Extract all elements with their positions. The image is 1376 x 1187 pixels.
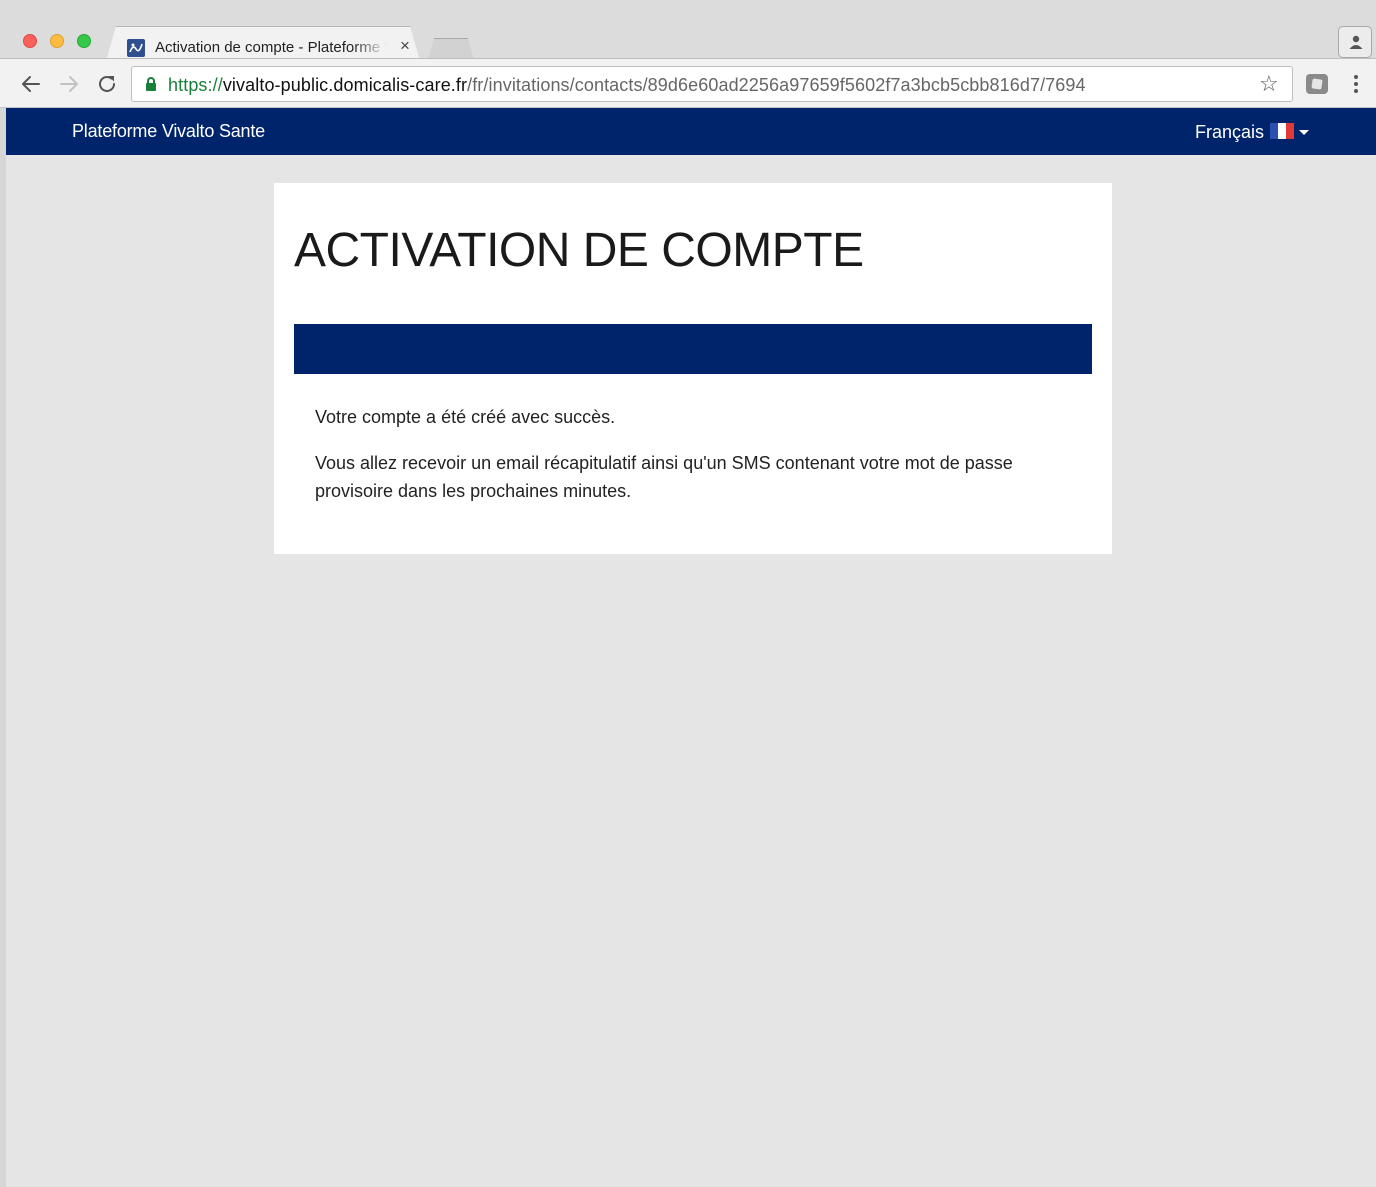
- url-path: /fr/invitations/contacts/89d6e60ad2256a9…: [467, 75, 1086, 95]
- language-selector[interactable]: Français: [1195, 121, 1310, 143]
- reload-icon[interactable]: [94, 71, 120, 97]
- activation-card: ACTIVATION DE COMPTE Votre compte a été …: [274, 183, 1112, 554]
- back-arrow-icon[interactable]: [18, 71, 44, 97]
- tab-close-icon[interactable]: ×: [395, 36, 415, 56]
- tab-strip: Activation de compte - Plateforme Vivalt…: [0, 8, 1376, 68]
- url-scheme: https://: [168, 75, 223, 95]
- lock-icon: [146, 77, 156, 91]
- page-title: ACTIVATION DE COMPTE: [294, 224, 864, 277]
- forward-arrow-icon[interactable]: [56, 71, 82, 97]
- browser-toolbar: https://vivalto-public.domicalis-care.fr…: [0, 58, 1376, 108]
- info-message: Vous allez recevoir un email récapitulat…: [315, 453, 1013, 501]
- site-brand-link[interactable]: Plateforme Vivalto Sante: [72, 121, 265, 142]
- bookmark-star-icon[interactable]: ☆: [1259, 72, 1279, 96]
- person-icon: [1349, 35, 1363, 49]
- success-message: Votre compte a été créé avec succès.: [315, 407, 616, 427]
- card-body: Votre compte a été créé avec succès. Vou…: [315, 403, 1055, 523]
- caret-down-icon: [1299, 129, 1310, 135]
- url-host: vivalto-public.domicalis-care.fr: [222, 75, 468, 95]
- browser-chrome: Activation de compte - Plateforme Vivalt…: [0, 0, 1376, 108]
- extension-icon[interactable]: [1306, 74, 1328, 94]
- url-text: https://vivalto-public.domicalis-care.fr…: [168, 75, 1086, 96]
- window-minimize-button[interactable]: [50, 34, 64, 48]
- profile-button[interactable]: [1338, 26, 1372, 58]
- site-navbar: Plateforme Vivalto Sante Français: [6, 108, 1376, 155]
- french-flag-icon: [1270, 123, 1295, 140]
- tab-title: Activation de compte - Plateforme Vivalt…: [155, 39, 387, 56]
- window-edge: [0, 108, 6, 1187]
- window-close-button[interactable]: [23, 34, 37, 48]
- new-tab-button[interactable]: [428, 38, 474, 60]
- header-banner: [294, 324, 1092, 374]
- vivalto-favicon-icon: [127, 39, 145, 57]
- address-bar[interactable]: https://vivalto-public.domicalis-care.fr…: [131, 66, 1293, 102]
- language-label: Français: [1195, 121, 1265, 142]
- window-maximize-button[interactable]: [77, 34, 91, 48]
- kebab-menu-icon[interactable]: [1346, 71, 1366, 97]
